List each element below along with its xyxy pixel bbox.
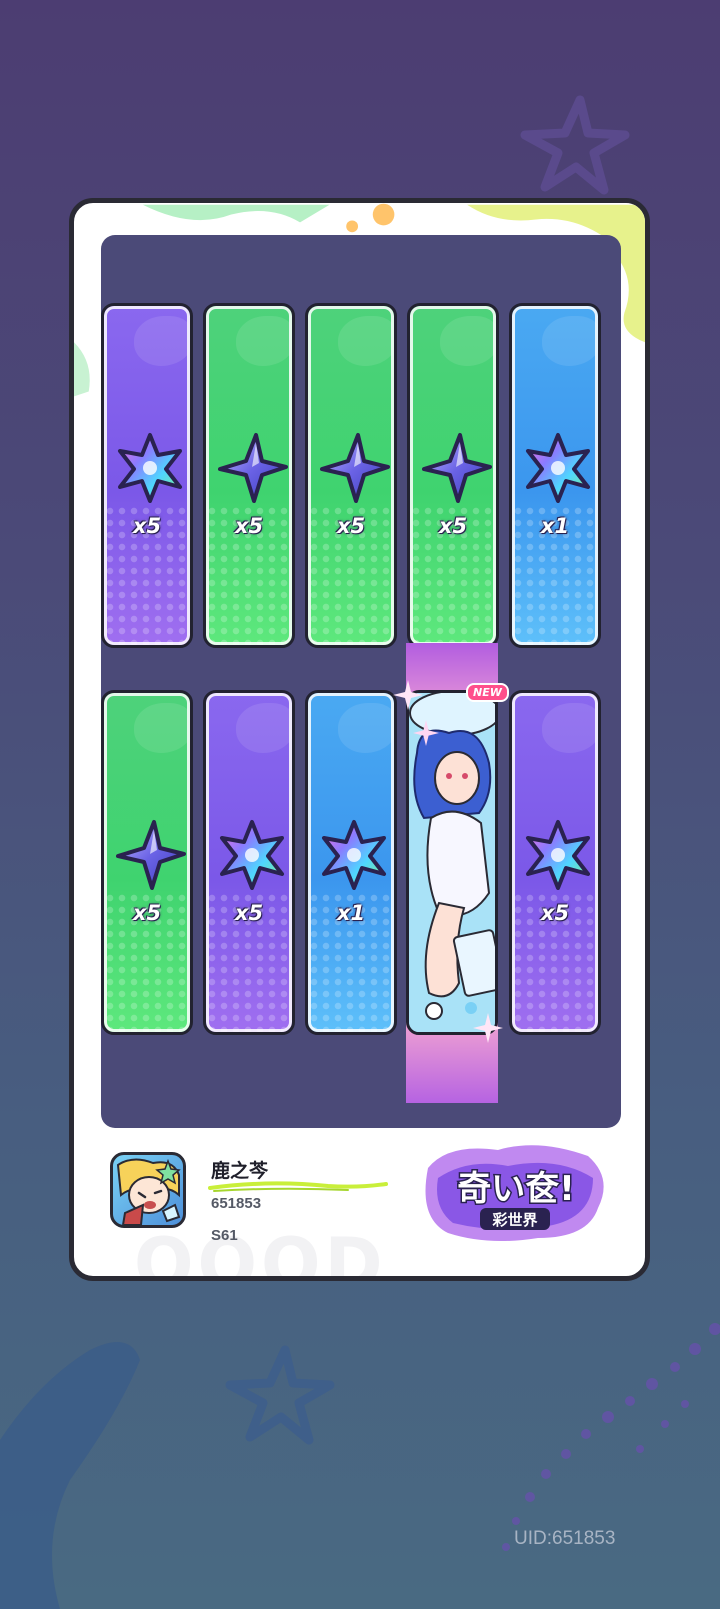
reward-quantity: x5 bbox=[132, 901, 162, 925]
player-info-footer: OOOD 鹿之芩 651853 S61 奇い奁! 彩世界 bbox=[74, 1128, 645, 1281]
rainbow-crystal-icon bbox=[526, 820, 590, 890]
reward-quantity: x5 bbox=[438, 514, 468, 538]
background-splash-decor bbox=[0, 1342, 140, 1609]
reward-quantity: x5 bbox=[336, 514, 366, 538]
background-star-icon bbox=[225, 1345, 335, 1445]
sparkle-icon bbox=[473, 1013, 503, 1043]
reward-quantity: x5 bbox=[540, 901, 570, 925]
player-avatar-illustration bbox=[116, 1158, 181, 1225]
blue-star-shard-icon bbox=[116, 820, 186, 890]
card-blob-decor bbox=[236, 703, 292, 753]
new-badge: NEW bbox=[466, 683, 509, 702]
uid-label: UID:651853 bbox=[514, 1528, 616, 1549]
reward-card[interactable]: x1 bbox=[305, 690, 397, 1035]
background-dots-decor bbox=[502, 1323, 720, 1551]
sparkle-icon bbox=[413, 720, 439, 746]
game-logo: 奇い奁! 彩世界 bbox=[425, 1145, 604, 1242]
card-blob-decor bbox=[542, 316, 598, 366]
rainbow-crystal-icon bbox=[118, 433, 182, 503]
reward-card[interactable]: x5 bbox=[101, 303, 193, 648]
reward-quantity: x1 bbox=[540, 514, 570, 538]
rainbow-crystal-icon bbox=[322, 820, 386, 890]
reward-card[interactable]: x5 bbox=[101, 690, 193, 1035]
player-id: 651853 bbox=[211, 1195, 262, 1212]
reward-card[interactable]: x1 bbox=[509, 303, 601, 648]
rewards-gallery: x5 x5 x5 x5 x1 x5 x5 x1 NEW x5 bbox=[101, 235, 621, 1128]
reward-quantity: x5 bbox=[234, 514, 264, 538]
blue-star-shard-icon bbox=[422, 433, 492, 503]
reward-card[interactable]: x5 bbox=[509, 690, 601, 1035]
blue-star-shard-icon bbox=[320, 433, 390, 503]
card-blob-decor bbox=[542, 703, 598, 753]
background-star-icon bbox=[520, 95, 630, 195]
rainbow-crystal-icon bbox=[220, 820, 284, 890]
reward-card[interactable]: x5 bbox=[203, 690, 295, 1035]
blue-star-shard-icon bbox=[218, 433, 288, 503]
footer-watermark-decor: OOOD bbox=[134, 1223, 387, 1281]
logo-subtitle: 彩世界 bbox=[491, 1211, 537, 1229]
card-blob-decor bbox=[134, 316, 190, 366]
gacha-result-card: x5 x5 x5 x5 x1 x5 x5 x1 NEW x5 OOOD 鹿之芩 … bbox=[69, 198, 650, 1281]
name-underline-decor bbox=[208, 1181, 388, 1192]
avatar[interactable] bbox=[110, 1152, 186, 1228]
reward-quantity: x1 bbox=[336, 901, 366, 925]
reward-quantity: x5 bbox=[132, 514, 162, 538]
reward-card[interactable]: x5 bbox=[407, 303, 499, 648]
card-blob-decor bbox=[338, 316, 394, 366]
card-blob-decor bbox=[236, 316, 292, 366]
player-server: S61 bbox=[211, 1227, 238, 1244]
reward-quantity: x5 bbox=[234, 901, 264, 925]
card-blob-decor bbox=[134, 703, 190, 753]
sparkle-icon bbox=[393, 680, 423, 710]
logo-title: 奇い奁! bbox=[457, 1169, 575, 1209]
rainbow-crystal-icon bbox=[526, 433, 590, 503]
card-blob-decor bbox=[338, 703, 394, 753]
card-blob-decor bbox=[440, 316, 496, 366]
reward-card[interactable]: x5 bbox=[305, 303, 397, 648]
reward-card[interactable]: x5 bbox=[203, 303, 295, 648]
